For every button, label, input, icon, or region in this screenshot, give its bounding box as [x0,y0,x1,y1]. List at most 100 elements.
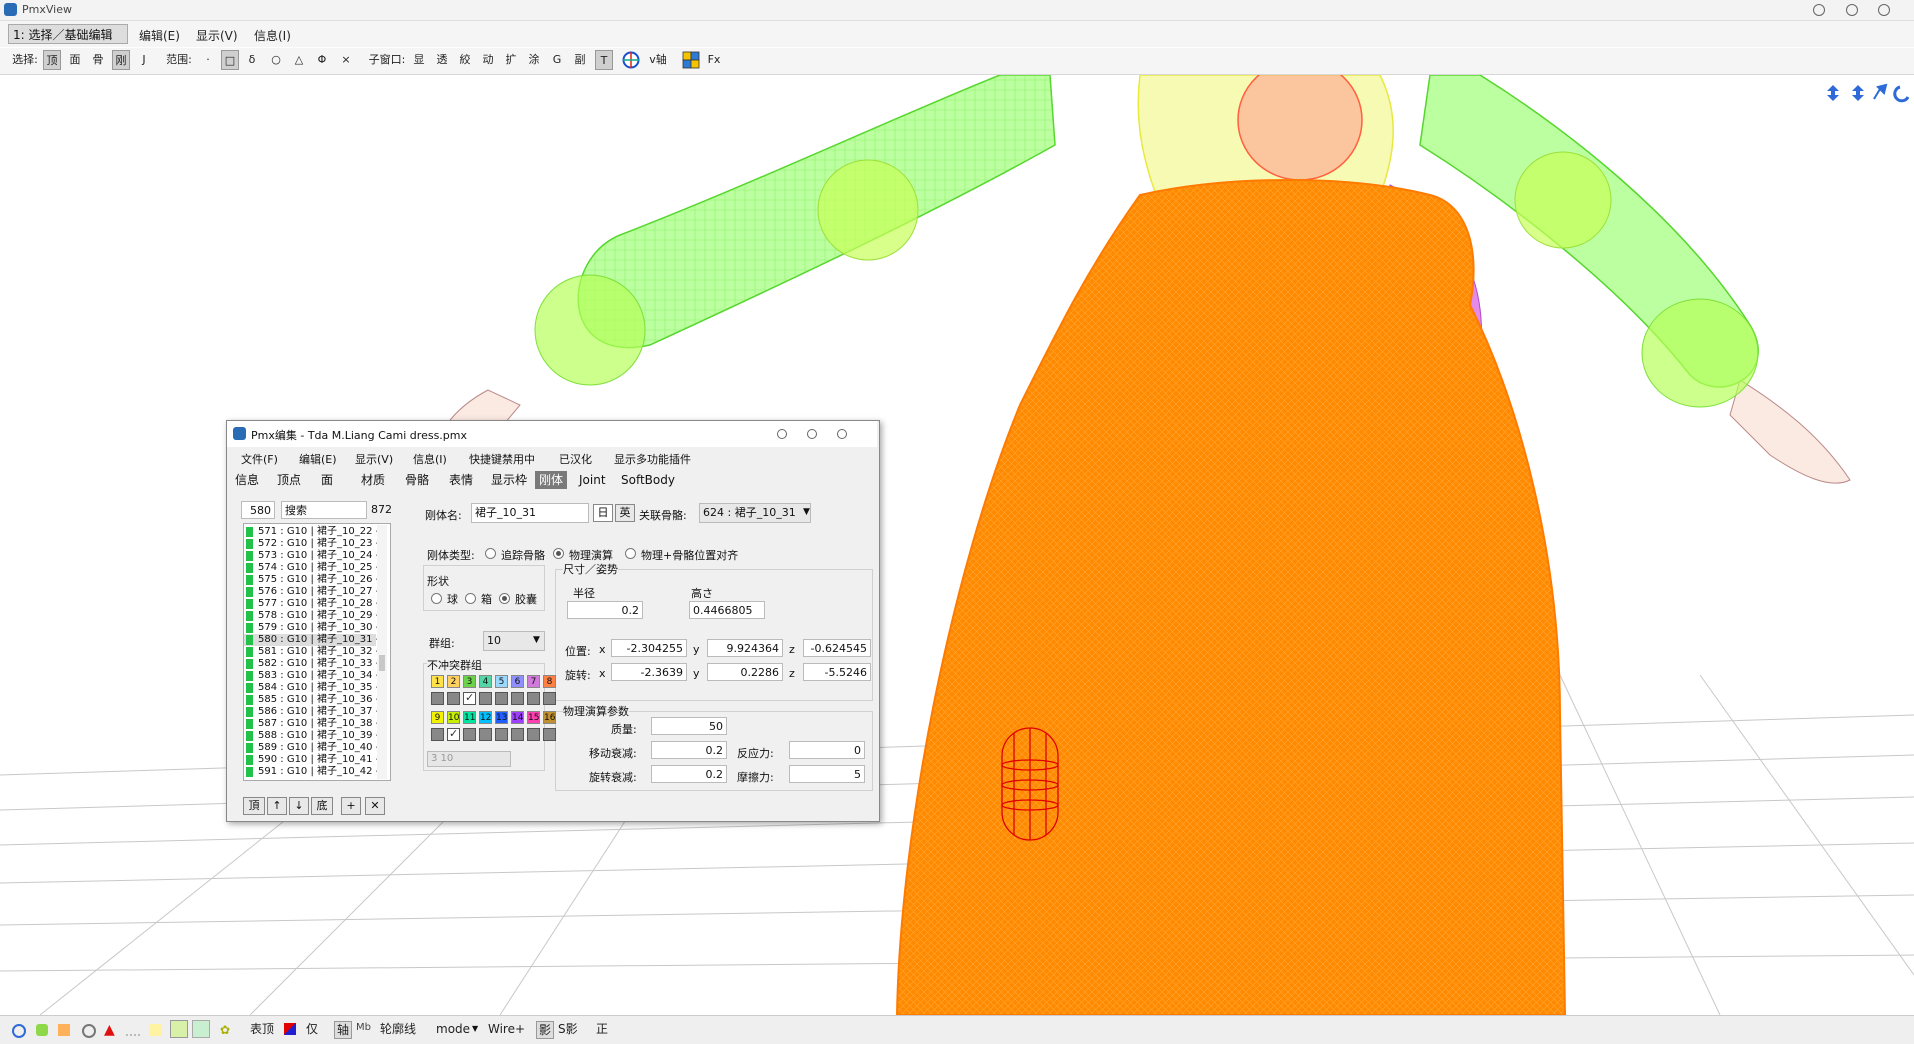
menu-edit[interactable]: 编辑(E) [139,27,180,44]
height-field[interactable]: 0.4466805 [689,601,765,619]
status-color-icon[interactable] [284,1023,296,1035]
subwin-paint-button[interactable]: 涂 [525,50,543,70]
tab-vertex[interactable]: 顶点 [273,471,305,489]
range-point-button[interactable]: · [200,50,216,70]
nocollide-checkbox-15[interactable] [527,728,540,741]
list-item[interactable]: 580 : G10 | 裙子_10_31 - [244,634,379,646]
range-clear-button[interactable]: × [338,50,354,70]
status-mint-icon[interactable] [192,1020,210,1038]
range-phi-button[interactable]: Φ [314,50,330,70]
subwin-clip-button[interactable]: 絞 [456,50,474,70]
list-up-button[interactable]: ↑ [267,797,287,815]
type-physics-radio[interactable] [553,548,564,559]
status-orange-icon[interactable] [58,1024,70,1036]
list-top-button[interactable]: 頂 [243,797,265,815]
tab-morph[interactable]: 表情 [445,471,477,489]
tab-rigid-body[interactable]: 刚体 [535,471,568,489]
list-item[interactable]: 582 : G10 | 裙子_10_33 - [244,658,379,670]
subwin-g-button[interactable]: G [548,50,566,70]
subwin-t-button[interactable]: T [595,50,613,70]
status-shadow[interactable]: 影 [536,1021,555,1039]
editor-close-button[interactable] [837,429,847,439]
en-button[interactable]: 英 [615,504,635,522]
list-item[interactable]: 590 : G10 | 裙子_10_41 - [244,754,379,766]
editor-menu-file[interactable]: 文件(F) [241,451,278,467]
nocollide-checkbox-4[interactable] [479,692,492,705]
editor-minimize-button[interactable] [777,429,787,439]
target-icon[interactable] [622,51,640,69]
friction-field[interactable]: 5 [789,765,865,783]
close-button[interactable] [1878,4,1890,16]
list-item[interactable]: 578 : G10 | 裙子_10_29 - [244,610,379,622]
v-axis-button[interactable]: v轴 [645,50,671,70]
tab-material[interactable]: 材质 [357,471,389,489]
subwin-show-button[interactable]: 显 [410,50,428,70]
rigid-name-field[interactable]: 裙子_10_31 [471,503,589,523]
tab-bone[interactable]: 骨骼 [401,471,433,489]
nocollide-checkbox-2[interactable] [447,692,460,705]
status-mode[interactable]: mode [436,1021,470,1037]
pos-x-field[interactable]: -2.304255 [611,639,687,657]
menu-view[interactable]: 显示(V) [196,27,238,44]
status-wave-icon[interactable] [126,1024,140,1036]
nocollide-checkbox-12[interactable] [479,728,492,741]
list-item[interactable]: 586 : G10 | 裙子_10_37 - [244,706,379,718]
search-field[interactable]: 搜索 [281,501,367,519]
editor-menu-shortcut[interactable]: 快捷键禁用中 [469,451,535,467]
shape-sphere-radio[interactable] [431,593,442,604]
subwin-transparent-button[interactable]: 透 [433,50,451,70]
maximize-button[interactable] [1846,4,1858,16]
nocollide-checkbox-8[interactable] [543,692,556,705]
nocollide-checkbox-7[interactable] [527,692,540,705]
list-item[interactable]: 576 : G10 | 裙子_10_27 - [244,586,379,598]
list-item[interactable]: 575 : G10 | 裙子_10_26 - [244,574,379,586]
list-item[interactable]: 585 : G10 | 裙子_10_36 - [244,694,379,706]
select-joint-button[interactable]: J [135,50,153,70]
list-scrollbar[interactable] [377,525,387,779]
status-only[interactable]: 仅 [306,1021,318,1037]
select-rigid-button[interactable]: 刚 [112,50,130,70]
nocollide-checkbox-9[interactable] [431,728,444,741]
select-bone-button[interactable]: 骨 [89,50,107,70]
type-physics-bone-radio[interactable] [625,548,636,559]
nocollide-text[interactable]: 3 10 [427,751,511,767]
rot-y-field[interactable]: 0.2286 [707,663,783,681]
tab-display-frame[interactable]: 显示枠 [487,471,531,489]
list-bottom-button[interactable]: 底 [311,797,333,815]
mass-field[interactable]: 50 [651,717,727,735]
list-item[interactable]: 574 : G10 | 裙子_10_25 - [244,562,379,574]
nocollide-checkbox-10[interactable] [447,727,460,741]
nocollide-checkbox-3[interactable] [463,691,476,705]
select-vertex-button[interactable]: 顶 [43,50,61,70]
list-item[interactable]: 571 : G10 | 裙子_10_22 - [244,526,379,538]
tab-joint[interactable]: Joint [575,471,610,489]
range-delta-button[interactable]: δ [244,50,260,70]
list-item[interactable]: 588 : G10 | 裙子_10_39 - [244,730,379,742]
rigid-body-list[interactable]: 571 : G10 | 裙子_10_22 -572 : G10 | 裙子_10_… [243,523,391,781]
tab-info[interactable]: 信息 [231,471,263,489]
status-yellow-icon[interactable] [150,1024,162,1036]
status-circle-icon[interactable] [12,1024,26,1038]
range-rect-button[interactable]: □ [221,50,239,70]
list-item[interactable]: 591 : G10 | 裙子_10_42 - [244,766,379,778]
nocollide-checkbox-16[interactable] [543,728,556,741]
status-axis[interactable]: 轴 [334,1021,353,1039]
status-green-toggle-icon[interactable] [170,1020,188,1038]
status-green-icon[interactable] [36,1024,48,1036]
list-item[interactable]: 573 : G10 | 裙子_10_24 - [244,550,379,562]
nocollide-checkbox-13[interactable] [495,728,508,741]
editor-menu-view[interactable]: 显示(V) [355,451,393,467]
status-surface-vertex[interactable]: 表顶 [250,1021,274,1037]
subwin-sub-button[interactable]: 副 [571,50,589,70]
status-ortho[interactable]: 正 [596,1021,608,1037]
mode-select[interactable]: 1: 选择／基础编辑 [8,24,128,44]
list-delete-button[interactable]: ✕ [365,797,385,815]
menu-info[interactable]: 信息(I) [254,27,291,44]
editor-menu-plugins[interactable]: 显示多功能插件 [614,451,691,467]
bone-select[interactable]: 624 : 裙子_10_31 [699,503,811,523]
index-field[interactable]: 580 [241,501,275,519]
shape-box-radio[interactable] [465,593,476,604]
list-down-button[interactable]: ↓ [289,797,309,815]
status-flower-icon[interactable]: ✿ [220,1023,230,1037]
subwin-expand-button[interactable]: 扩 [502,50,520,70]
